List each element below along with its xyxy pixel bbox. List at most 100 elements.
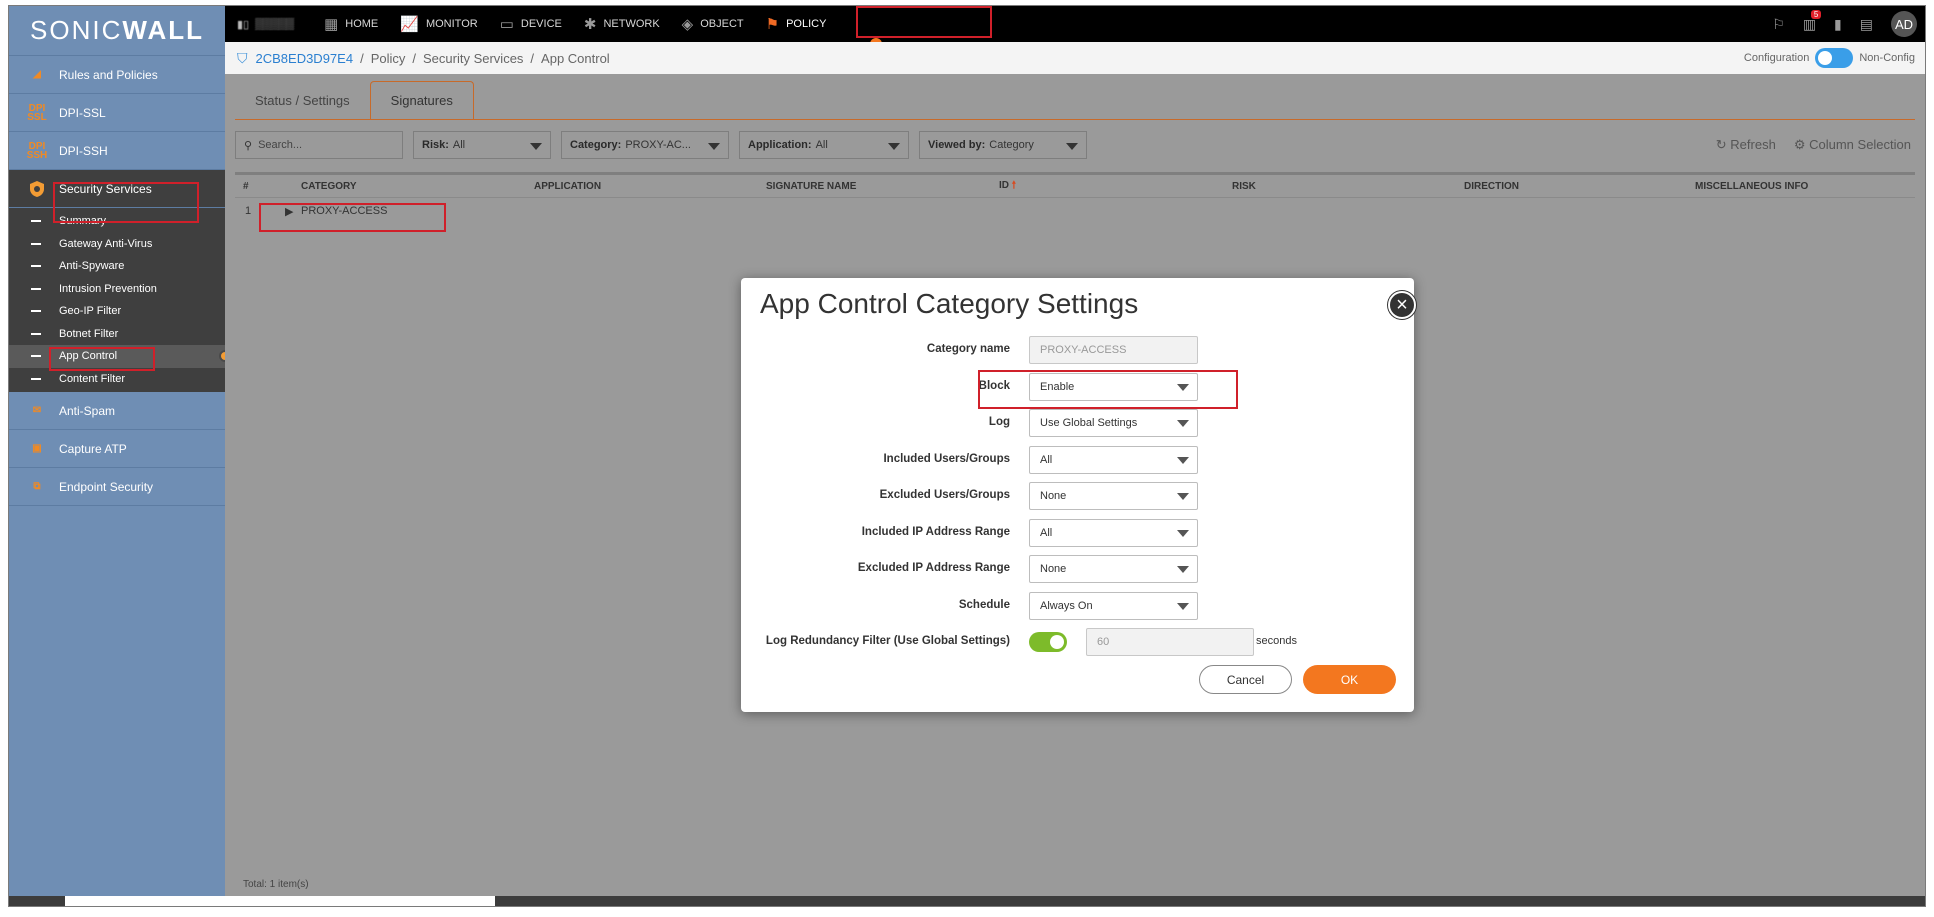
sidebar-item-label: DPI-SSL xyxy=(59,105,106,120)
topnav-label: NETWORK xyxy=(603,18,660,30)
sidebar-item-label: Security Services xyxy=(59,181,152,196)
excluded-ip-value: None xyxy=(1040,563,1067,575)
sonicwall-logo: SONIC WALL xyxy=(9,6,225,56)
subnav-label: Gateway Anti-Virus xyxy=(59,237,153,250)
ok-button[interactable]: OK xyxy=(1303,665,1396,694)
mode-non-config-label: Non-Config xyxy=(1859,52,1915,64)
sidebar-item-anti-spam[interactable]: ✉ Anti-Spam xyxy=(9,392,225,430)
sidebar-item-label: DPI-SSH xyxy=(59,143,108,158)
chevron-down-icon xyxy=(1177,566,1189,573)
col-header-application[interactable]: APPLICATION xyxy=(534,181,601,192)
subnav-label: Content Filter xyxy=(59,372,126,385)
col-header-id[interactable]: ID 🠕 xyxy=(999,178,1016,195)
sidebar-item-endpoint-security[interactable]: ⧉ Endpoint Security xyxy=(9,468,225,506)
tab-status-settings[interactable]: Status / Settings xyxy=(235,81,370,119)
category-name-field: PROXY-ACCESS xyxy=(1029,336,1198,364)
dash-icon xyxy=(31,377,41,380)
cancel-button[interactable]: Cancel xyxy=(1199,665,1292,694)
subnav-label: Geo-IP Filter xyxy=(59,305,122,318)
sidebar-item-security-services[interactable]: Security Services xyxy=(9,170,225,208)
included-users-select[interactable]: All xyxy=(1029,446,1198,474)
taskbar-strip xyxy=(9,896,1925,906)
mode-toggle[interactable] xyxy=(1815,48,1854,68)
topnav-device[interactable]: ▭ DEVICE xyxy=(500,6,562,42)
subnav-summary[interactable]: Summary xyxy=(9,210,225,233)
log-select[interactable]: Use Global Settings xyxy=(1029,409,1198,437)
field-block: Block Enable xyxy=(741,373,1414,401)
field-included-ip-range: Included IP Address Range All xyxy=(741,519,1414,547)
tab-signatures[interactable]: Signatures xyxy=(369,81,474,119)
topnav-label: OBJECT xyxy=(700,18,744,30)
subnav-content-filter[interactable]: Content Filter xyxy=(9,368,225,391)
col-header-risk[interactable]: RISK xyxy=(1232,181,1256,192)
topnav-monitor[interactable]: 📈 MONITOR xyxy=(400,6,477,42)
table-row[interactable]: 1 ▶ PROXY-ACCESS xyxy=(235,198,1915,224)
col-header-misc-info[interactable]: MISCELLANEOUS INFO xyxy=(1695,181,1808,192)
topnav-object[interactable]: ◈ OBJECT xyxy=(682,6,744,42)
chevron-down-icon xyxy=(530,143,542,150)
log-redundancy-toggle[interactable] xyxy=(1029,632,1067,652)
breadcrumb-separator: / xyxy=(412,50,416,66)
block-label: Block xyxy=(978,380,1010,392)
log-value: Use Global Settings xyxy=(1040,417,1138,429)
chevron-down-icon xyxy=(1066,143,1078,150)
policy-icon: ⚑ xyxy=(765,16,780,33)
breadcrumb-policy[interactable]: Policy xyxy=(371,51,406,66)
chevron-down-icon xyxy=(1177,384,1189,391)
schedule-select[interactable]: Always On xyxy=(1029,592,1198,620)
user-avatar[interactable]: AD xyxy=(1891,11,1917,37)
field-log-redundancy: Log Redundancy Filter (Use Global Settin… xyxy=(741,628,1414,656)
refresh-button[interactable]: ↻ Refresh xyxy=(1716,137,1776,153)
category-filter-value: PROXY-AC... xyxy=(625,139,691,151)
col-header-category[interactable]: CATEGORY xyxy=(301,181,357,192)
subnav-gateway-anti-virus[interactable]: Gateway Anti-Virus xyxy=(9,233,225,256)
dash-icon xyxy=(31,220,41,223)
top-right-icons: ⚐ ▥ 5 ▮ ▤ AD xyxy=(1772,6,1917,42)
subnav-geo-ip-filter[interactable]: Geo-IP Filter xyxy=(9,300,225,323)
column-selection-button[interactable]: ⚙ Column Selection xyxy=(1794,137,1911,153)
print-icon[interactable]: ▤ xyxy=(1860,16,1873,33)
breadcrumb-node[interactable]: 2CB8ED3D97E4 xyxy=(256,51,354,66)
commit-icon[interactable]: ▮ xyxy=(1834,16,1842,33)
included-ip-select[interactable]: All xyxy=(1029,519,1198,547)
excluded-ip-select[interactable]: None xyxy=(1029,555,1198,583)
viewed-by-select[interactable]: Viewed by: Category xyxy=(919,131,1087,159)
subnav-anti-spyware[interactable]: Anti-Spyware xyxy=(9,255,225,278)
sidebar-item-label: Rules and Policies xyxy=(59,67,158,82)
sidebar-item-capture-atp[interactable]: ▣ Capture ATP xyxy=(9,430,225,468)
topnav-policy[interactable]: ⚑ POLICY xyxy=(766,6,827,42)
expand-arrow-icon[interactable]: ▶ xyxy=(285,205,293,218)
topnav-label: DEVICE xyxy=(520,18,562,30)
topnav-network[interactable]: ✱ NETWORK xyxy=(584,6,660,42)
risk-filter-select[interactable]: Risk: All xyxy=(413,131,551,159)
category-filter-select[interactable]: Category: PROXY-AC... xyxy=(561,131,729,159)
alerts-icon[interactable]: ▥ 5 xyxy=(1803,9,1822,33)
notification-flag-icon[interactable]: ⚐ xyxy=(1772,16,1785,33)
subnav-botnet-filter[interactable]: Botnet Filter xyxy=(9,323,225,346)
included-users-label: Included Users/Groups xyxy=(883,453,1010,465)
field-excluded-ip-range: Excluded IP Address Range None xyxy=(741,555,1414,583)
sidebar-item-dpi-ssh[interactable]: DPI SSH DPI-SSH xyxy=(9,132,225,170)
app-control-category-settings-dialog: App Control Category Settings × Category… xyxy=(741,278,1416,712)
refresh-icon: ↻ xyxy=(1715,137,1731,152)
dash-icon xyxy=(31,287,41,290)
topnav-home[interactable]: ▦ HOME xyxy=(324,6,378,42)
sidebar-item-rules-and-policies[interactable]: ◢ Rules and Policies xyxy=(9,56,225,94)
seconds-unit-label: seconds xyxy=(1256,635,1297,647)
object-icon: ◈ xyxy=(681,16,694,33)
application-filter-select[interactable]: Application: All xyxy=(739,131,909,159)
search-placeholder: Search... xyxy=(258,139,303,151)
breadcrumb-security-services[interactable]: Security Services xyxy=(423,51,523,66)
col-header-num: # xyxy=(243,180,249,192)
close-icon[interactable]: × xyxy=(1388,291,1416,319)
log-redundancy-label: Log Redundancy Filter (Use Global Settin… xyxy=(765,635,1010,647)
search-input[interactable]: ⚲ Search... xyxy=(235,131,403,159)
block-select[interactable]: Enable xyxy=(1029,373,1198,401)
col-header-signature-name[interactable]: SIGNATURE NAME xyxy=(766,181,856,192)
subnav-intrusion-prevention[interactable]: Intrusion Prevention xyxy=(9,278,225,301)
breadcrumb-separator: / xyxy=(530,50,535,66)
subnav-app-control[interactable]: App Control xyxy=(9,345,231,368)
sidebar-item-dpi-ssl[interactable]: DPI SSL DPI-SSL xyxy=(9,94,225,132)
col-header-direction[interactable]: DIRECTION xyxy=(1464,181,1519,192)
excluded-users-select[interactable]: None xyxy=(1029,482,1198,510)
